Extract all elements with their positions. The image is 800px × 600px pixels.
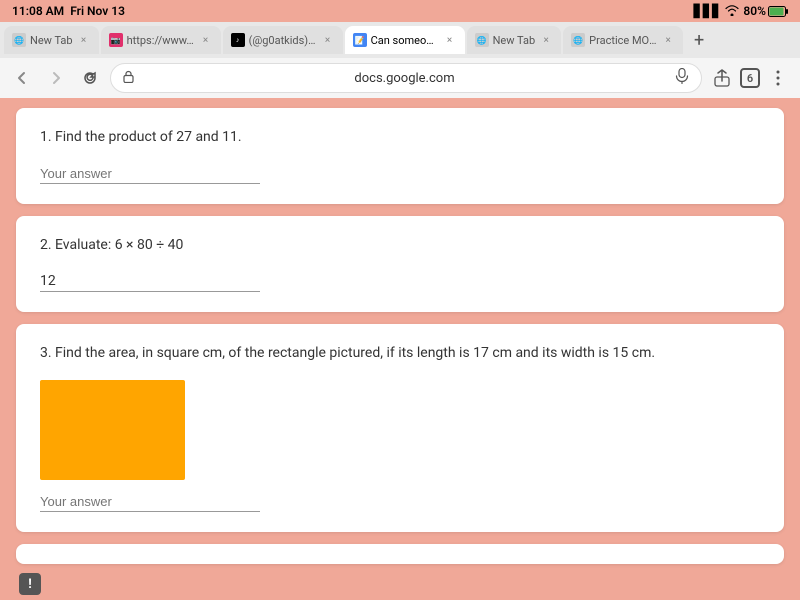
question-4-card-partial <box>16 544 784 564</box>
status-right: ▋▋▋ 80% <box>694 4 788 19</box>
status-bar: 11:08 AM Fri Nov 13 ▋▋▋ 80% <box>0 0 800 22</box>
battery-display: 80% <box>743 4 788 18</box>
microphone-icon[interactable] <box>675 68 689 88</box>
share-button[interactable] <box>708 64 736 92</box>
tab-close-1[interactable]: × <box>77 33 91 47</box>
question-1-input[interactable] <box>40 164 260 184</box>
rectangle-image <box>40 380 185 480</box>
tab-label-4: Can someone h... <box>371 34 439 47</box>
question-2-text: 2. Evaluate: 6 × 80 ÷ 40 <box>40 236 760 256</box>
tab-favicon-2: 📷 <box>109 33 123 47</box>
tab-favicon-3: ♪ <box>231 33 245 47</box>
tab-label-2: https://www.in... <box>127 34 195 47</box>
tab-new-tab-2[interactable]: 🌐 New Tab × <box>467 26 562 54</box>
tab-new-tab-1[interactable]: 🌐 New Tab × <box>4 26 99 54</box>
question-3-card: 3. Find the area, in square cm, of the r… <box>16 324 784 532</box>
tab-close-6[interactable]: × <box>661 33 675 47</box>
tab-practice[interactable]: 🌐 Practice MOEM... × <box>563 26 683 54</box>
question-1-card: 1. Find the product of 27 and 11. <box>16 108 784 204</box>
main-content: 1. Find the product of 27 and 11. 2. Eva… <box>0 98 800 600</box>
forward-button[interactable] <box>42 64 70 92</box>
time-display: 11:08 AM <box>12 4 64 18</box>
question-2-answer: 12 <box>40 271 260 292</box>
address-bar-row: docs.google.com 6 <box>0 58 800 98</box>
signal-icon: ▋▋▋ <box>694 4 722 18</box>
tab-google-docs[interactable]: 📝 Can someone h... × <box>345 26 465 54</box>
reload-button[interactable] <box>76 64 104 92</box>
tab-label-1: New Tab <box>30 34 73 47</box>
date-display: Fri Nov 13 <box>70 4 125 18</box>
tab-close-2[interactable]: × <box>199 33 213 47</box>
tab-close-4[interactable]: × <box>443 33 457 47</box>
tab-label-6: Practice MOEM... <box>589 34 657 47</box>
tab-label-3: (@g0atkids) t... <box>249 34 317 47</box>
more-options-button[interactable] <box>764 64 792 92</box>
notification-badge[interactable]: ! <box>19 573 41 595</box>
tab-instagram[interactable]: 📷 https://www.in... × <box>101 26 221 54</box>
lock-icon <box>123 70 134 87</box>
question-2-card: 2. Evaluate: 6 × 80 ÷ 40 12 <box>16 216 784 313</box>
tab-favicon-1: 🌐 <box>12 33 26 47</box>
tab-close-3[interactable]: × <box>321 33 335 47</box>
tab-close-5[interactable]: × <box>539 33 553 47</box>
new-tab-button[interactable]: + <box>685 26 713 54</box>
url-text: docs.google.com <box>140 71 669 86</box>
wifi-icon <box>725 4 739 19</box>
tab-favicon-6: 🌐 <box>571 33 585 47</box>
tab-tiktok[interactable]: ♪ (@g0atkids) t... × <box>223 26 343 54</box>
tab-favicon-5: 🌐 <box>475 33 489 47</box>
back-button[interactable] <box>8 64 36 92</box>
footer-bar: ! <box>0 568 60 600</box>
address-bar[interactable]: docs.google.com <box>110 63 702 93</box>
tab-favicon-4: 📝 <box>353 33 367 47</box>
question-1-text: 1. Find the product of 27 and 11. <box>40 128 760 148</box>
tab-count-badge[interactable]: 6 <box>740 68 760 88</box>
status-left: 11:08 AM Fri Nov 13 <box>12 4 125 18</box>
tab-label-5: New Tab <box>493 34 536 47</box>
question-3-input[interactable] <box>40 492 260 512</box>
address-bar-right: 6 <box>708 64 792 92</box>
tab-bar: 🌐 New Tab × 📷 https://www.in... × ♪ (@g0… <box>0 22 800 58</box>
question-3-text: 3. Find the area, in square cm, of the r… <box>40 344 760 364</box>
